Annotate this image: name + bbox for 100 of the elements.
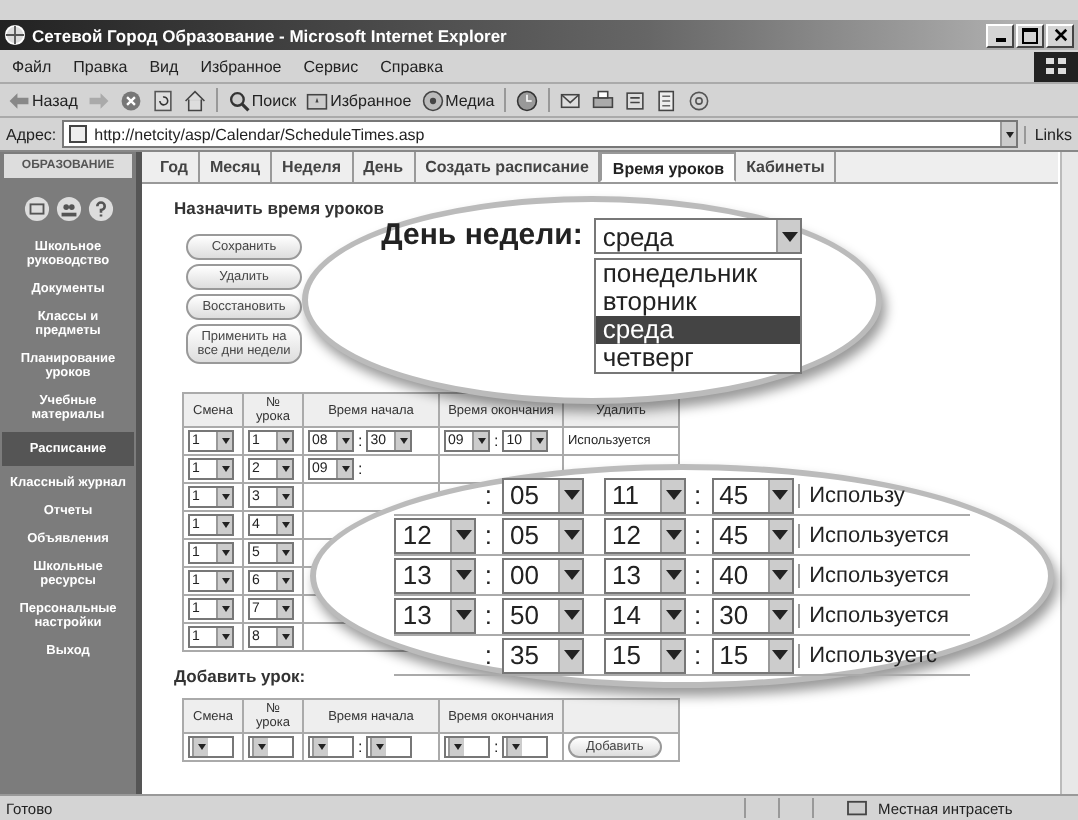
toolbar-button[interactable] [624, 89, 647, 111]
caret-icon [276, 460, 292, 478]
caret-icon [776, 220, 801, 252]
menu-item[interactable]: Файл [12, 57, 52, 75]
search-icon [227, 89, 250, 111]
caret-icon [252, 738, 268, 756]
field-label: День недели: [381, 218, 583, 252]
dropdown-field[interactable]: 50 [502, 597, 584, 633]
toolbar-button[interactable] [183, 89, 206, 111]
menu-item[interactable]: Избранное [200, 57, 282, 75]
menu-item[interactable]: Сервис [303, 57, 359, 75]
links-button[interactable]: Links [1024, 125, 1072, 143]
dropdown-field[interactable]: 14 [604, 597, 686, 633]
close-button[interactable] [1046, 23, 1074, 47]
address-label: Адрес: [6, 125, 57, 143]
caret-icon [660, 599, 684, 631]
toolbar-button[interactable]: Избранное [306, 89, 412, 111]
time-separator: : [484, 520, 492, 550]
caret-icon [276, 516, 292, 534]
time-separator: : [484, 480, 492, 510]
toolbar-button[interactable] [592, 89, 615, 111]
dropdown-field[interactable]: среда [594, 218, 803, 254]
caret-icon [448, 738, 464, 756]
people-icon[interactable] [55, 196, 81, 222]
dropdown-field[interactable]: 35 [502, 637, 584, 673]
caret-icon [660, 479, 684, 511]
time-separator: : [358, 460, 363, 478]
dropdown-field[interactable]: 15 [711, 637, 794, 673]
dropdown-field[interactable] [188, 736, 234, 758]
maximize-button[interactable] [1016, 23, 1044, 47]
tab[interactable]: Месяц [200, 152, 273, 182]
tab[interactable]: Время уроков [600, 152, 737, 182]
time-separator: : [694, 640, 702, 670]
dropdown-field[interactable]: 05 [502, 517, 584, 553]
dropdown-field[interactable]: 45 [711, 477, 794, 513]
caret-icon [450, 559, 475, 591]
toolbar-button[interactable] [151, 89, 174, 111]
dropdown-field[interactable]: 11 [604, 477, 686, 513]
toolbar-button[interactable]: Медиа [421, 89, 495, 111]
dropdown-field[interactable] [444, 736, 490, 758]
back-arrow-icon [8, 89, 30, 111]
toolbar-button[interactable]: Поиск [227, 89, 297, 111]
tab[interactable]: День [353, 152, 416, 182]
menu-item[interactable]: Правка [73, 57, 128, 75]
tab[interactable]: Неделя [272, 152, 354, 182]
caret-icon [192, 738, 208, 756]
minimize-button[interactable] [986, 23, 1014, 47]
dropdown-field[interactable]: 40 [711, 557, 794, 593]
page-icon [68, 124, 89, 144]
menu-item[interactable]: Вид [149, 57, 179, 75]
time-separator: : [694, 520, 702, 550]
dropdown-field[interactable]: 05 [502, 477, 584, 513]
caret-icon [394, 432, 411, 450]
toolbar-button[interactable] [656, 89, 679, 111]
toolbar-button[interactable] [119, 89, 142, 111]
dropdown-option[interactable]: четверг [596, 344, 801, 372]
address-field[interactable]: http://netcity/asp/Calendar/ScheduleTimes.asp [62, 120, 1019, 148]
dropdown-field[interactable] [308, 736, 354, 758]
dropdown-field[interactable]: 45 [711, 517, 794, 553]
toolbar-button[interactable]: Назад [8, 89, 78, 111]
refresh-icon [151, 89, 174, 111]
toolbar-button[interactable] [516, 89, 539, 111]
dropdown-field[interactable]: 13 [394, 557, 477, 593]
caret-icon [216, 432, 232, 450]
caret-icon[interactable] [1000, 122, 1017, 146]
dropdown-option[interactable]: вторник [596, 288, 801, 316]
dropdown-field[interactable]: 15 [604, 637, 686, 673]
dropdown-field[interactable]: 13 [604, 557, 686, 593]
dropdown-field[interactable]: 30 [711, 597, 794, 633]
time-separator: : [694, 480, 702, 510]
dropdown-field[interactable]: 12 [394, 517, 477, 553]
caret-icon [660, 639, 684, 671]
dropdown-field[interactable] [502, 736, 549, 758]
dropdown-option[interactable]: понедельник [596, 260, 801, 288]
caret-icon [767, 599, 792, 631]
tab[interactable]: Год [150, 152, 200, 182]
scrollbar[interactable] [1060, 152, 1078, 794]
caret-icon [506, 738, 523, 756]
caret-icon [450, 519, 475, 551]
caret-icon [276, 628, 292, 646]
menu-item[interactable]: Справка [380, 57, 444, 75]
toolbar-button[interactable] [560, 89, 583, 111]
dropdown-field[interactable] [366, 736, 413, 758]
dropdown-field[interactable]: 12 [604, 517, 686, 553]
tab[interactable]: Кабинеты [736, 152, 837, 182]
dropdown-field[interactable] [248, 736, 294, 758]
caret-icon [216, 600, 232, 618]
caret-icon [530, 432, 547, 450]
dropdown-option[interactable]: среда [596, 316, 801, 344]
dropdown-field[interactable]: 13 [394, 597, 477, 633]
caret-icon [660, 519, 684, 551]
dropdown-field[interactable]: 00 [502, 557, 584, 593]
caret-icon [558, 599, 582, 631]
mail-icon[interactable] [23, 196, 49, 222]
help-icon[interactable] [87, 196, 113, 222]
media-icon [421, 89, 444, 111]
caret-icon [767, 479, 792, 511]
caret-icon [450, 599, 475, 631]
time-separator: : [484, 560, 492, 590]
caret-icon [370, 738, 387, 756]
